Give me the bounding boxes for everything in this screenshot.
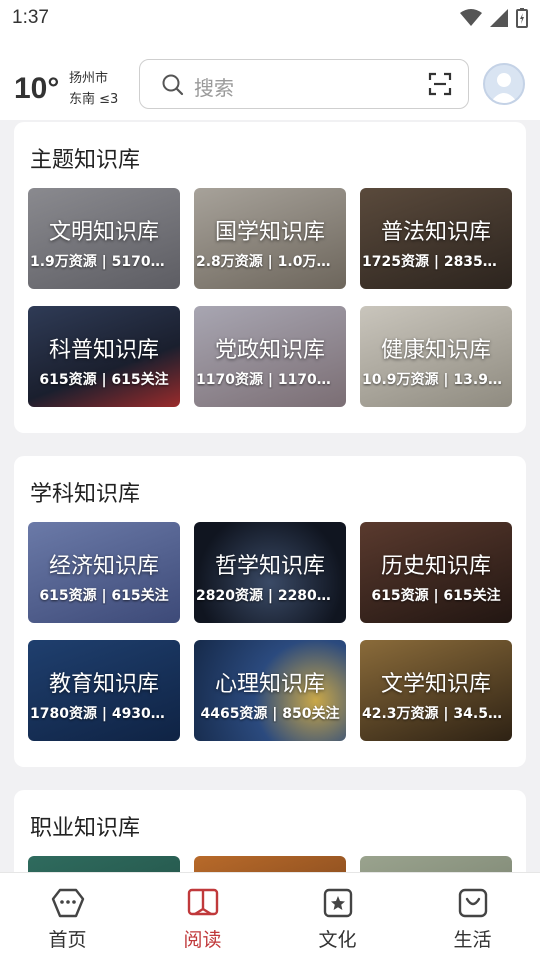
card-stats: 42.3万资源 | 34.5万关注 [362, 706, 512, 722]
weather-city[interactable]: 扬州市 [69, 67, 108, 86]
card-career-2[interactable] [194, 856, 346, 872]
status-icons [460, 8, 528, 28]
card-stats: 615资源 | 615关注 [371, 588, 501, 604]
card-health[interactable]: 健康知识库 10.9万资源 | 13.9万关注 [360, 306, 512, 407]
card-science[interactable]: 科普知识库 615资源 | 615关注 [28, 306, 180, 407]
nav-culture[interactable]: 文化 [270, 873, 405, 960]
card-philosophy[interactable]: 哲学知识库 2820资源 | 2280关注 [194, 522, 346, 623]
book-icon [187, 888, 218, 916]
card-civilization[interactable]: 文明知识库 1.9万资源 | 5170关注 [28, 188, 180, 289]
battery-icon [516, 8, 528, 28]
card-title: 科普知识库 [48, 338, 159, 363]
card-education[interactable]: 教育知识库 1780资源 | 4930关注 [28, 640, 180, 741]
card-career-3[interactable] [360, 856, 512, 872]
card-title: 哲学知识库 [214, 554, 325, 579]
card-party[interactable]: 党政知识库 1170资源 | 1170关注 [194, 306, 346, 407]
card-literature[interactable]: 文学知识库 42.3万资源 | 34.5万关注 [360, 640, 512, 741]
card-title: 文学知识库 [380, 672, 491, 697]
nav-life[interactable]: 生活 [405, 873, 540, 960]
nav-home[interactable]: 首页 [0, 873, 135, 960]
section-title: 职业知识库 [30, 816, 141, 841]
card-title: 历史知识库 [380, 554, 491, 579]
card-stats: 615资源 | 615关注 [39, 372, 169, 388]
card-image [360, 856, 512, 872]
card-title: 党政知识库 [214, 338, 325, 363]
card-title: 普法知识库 [380, 220, 491, 245]
section-title: 主题知识库 [30, 148, 141, 173]
nav-read[interactable]: 阅读 [135, 873, 270, 960]
card-stats: 1170资源 | 1170关注 [196, 372, 345, 388]
nav-label: 生活 [453, 929, 492, 951]
bottom-nav: 首页 阅读 文化 生活 [0, 872, 540, 960]
search-box[interactable]: 搜索 [139, 59, 469, 109]
card-stats: 1725资源 | 2835关注 [362, 254, 511, 270]
avatar[interactable] [483, 63, 525, 105]
weather-temperature[interactable]: 10° [14, 72, 59, 106]
card-career-1[interactable] [28, 856, 180, 872]
card-psychology[interactable]: 心理知识库 4465资源 | 850关注 [194, 640, 346, 741]
status-time: 1:37 [12, 7, 49, 28]
card-stats: 4465资源 | 850关注 [200, 706, 340, 722]
card-stats: 1.9万资源 | 5170关注 [30, 254, 179, 270]
home-icon [51, 888, 84, 918]
card-stats: 10.9万资源 | 13.9万关注 [362, 372, 512, 388]
card-title: 国学知识库 [214, 220, 325, 245]
card-title: 文明知识库 [48, 220, 159, 245]
search-placeholder[interactable]: 搜索 [194, 72, 234, 101]
wifi-icon [460, 9, 482, 26]
section-subject: 学科知识库 经济知识库 615资源 | 615关注 哲学知识库 2820资源 |… [14, 456, 526, 767]
status-bar: 1:37 [0, 0, 540, 36]
card-title: 心理知识库 [214, 672, 325, 697]
card-title: 健康知识库 [380, 338, 491, 363]
card-stats: 2.8万资源 | 1.0万关注 [196, 254, 345, 270]
card-law[interactable]: 普法知识库 1725资源 | 2835关注 [360, 188, 512, 289]
user-icon [490, 73, 518, 103]
card-image [28, 856, 180, 872]
card-image [194, 856, 346, 872]
card-stats: 2820资源 | 2280关注 [196, 588, 345, 604]
card-title: 教育知识库 [48, 672, 159, 697]
section-theme: 主题知识库 文明知识库 1.9万资源 | 5170关注 国学知识库 2.8万资源… [14, 122, 526, 433]
nav-label: 首页 [48, 929, 87, 951]
card-guoxue[interactable]: 国学知识库 2.8万资源 | 1.0万关注 [194, 188, 346, 289]
scan-icon[interactable] [428, 72, 452, 96]
card-stats: 1780资源 | 4930关注 [30, 706, 179, 722]
bag-icon [458, 888, 487, 918]
nav-label: 文化 [318, 929, 357, 951]
card-history[interactable]: 历史知识库 615资源 | 615关注 [360, 522, 512, 623]
signal-icon [490, 9, 508, 27]
header: 10° 扬州市 东南 ≤3 搜索 [0, 36, 540, 120]
nav-label: 阅读 [183, 929, 222, 951]
search-icon [162, 74, 184, 96]
card-economics[interactable]: 经济知识库 615资源 | 615关注 [28, 522, 180, 623]
card-title: 经济知识库 [48, 554, 159, 579]
section-career: 职业知识库 [14, 790, 526, 872]
weather-wind: 东南 ≤3 [69, 92, 119, 107]
star-icon [323, 888, 352, 918]
section-title: 学科知识库 [30, 482, 141, 507]
card-stats: 615资源 | 615关注 [39, 588, 169, 604]
content-scroll[interactable]: 主题知识库 文明知识库 1.9万资源 | 5170关注 国学知识库 2.8万资源… [0, 120, 540, 872]
